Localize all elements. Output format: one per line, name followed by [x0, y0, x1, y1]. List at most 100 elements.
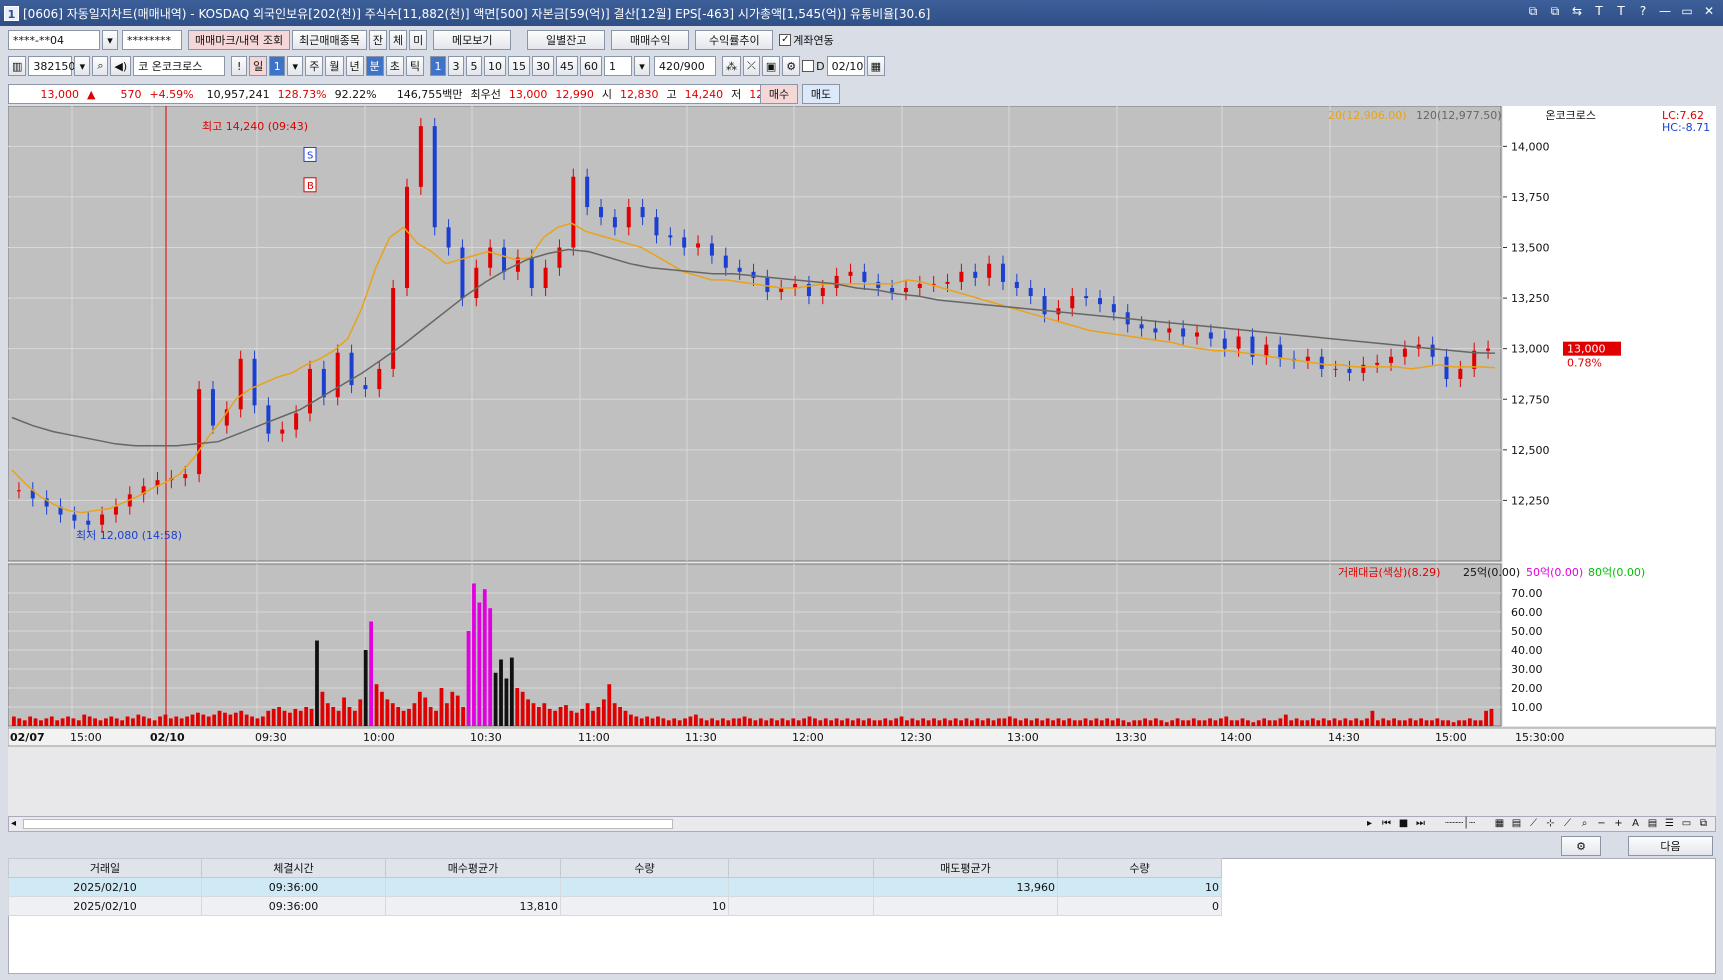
period-45-button[interactable]: 45 — [556, 56, 579, 76]
period-60-button[interactable]: 60 — [580, 56, 603, 76]
candle-body — [1319, 356, 1324, 369]
year-button[interactable]: 년 — [345, 56, 364, 76]
last-icon[interactable]: ⏭ — [1413, 817, 1428, 831]
diag-tool-icon[interactable]: ⟋ — [1560, 817, 1575, 831]
gear-icon[interactable]: ⚙ — [1561, 836, 1601, 856]
restore-icon[interactable]: ⧉ — [1696, 817, 1711, 831]
period-3-button[interactable]: 3 — [448, 56, 465, 76]
volume-bar — [266, 710, 271, 726]
stock-code-input[interactable]: 382150 — [28, 56, 75, 76]
period-1-button[interactable]: 1 — [430, 56, 447, 76]
period-30-button[interactable]: 30 — [532, 56, 555, 76]
alert-button[interactable]: ! — [231, 56, 248, 76]
password-field[interactable]: ******** — [122, 30, 182, 50]
scroll-thumb[interactable] — [23, 819, 673, 829]
zoom-out-icon[interactable]: − — [1594, 817, 1609, 831]
window-icon-small[interactable]: ▭ — [1679, 817, 1694, 831]
maximize-icon[interactable]: ▭ — [1679, 4, 1695, 19]
calendar-icon[interactable]: ▦ — [866, 56, 886, 76]
swap-icon[interactable]: ⇆ — [1569, 4, 1585, 19]
scroll-left-icon[interactable]: ◂ — [11, 818, 16, 829]
text-tool-icon[interactable]: A — [1628, 817, 1643, 831]
account-link-checkbox[interactable]: ✓ — [779, 34, 792, 46]
balance-button[interactable]: 잔 — [368, 30, 388, 50]
cross-tool-icon[interactable]: ⊹ — [1543, 817, 1558, 831]
stop-icon[interactable]: ■ — [1396, 817, 1411, 831]
period-10-button[interactable]: 10 — [484, 56, 507, 76]
stock-name-field[interactable]: 코 온코크로스 — [133, 56, 226, 76]
buy-button[interactable]: 매수 — [760, 84, 798, 104]
volume-bar — [282, 710, 287, 726]
day-dropdown-icon[interactable]: ▾ — [287, 56, 304, 76]
search-icon[interactable]: ⌕ — [92, 56, 109, 76]
period-select[interactable]: 1 — [604, 56, 633, 76]
unexecuted-button[interactable]: 미 — [409, 30, 428, 50]
font-icon[interactable]: T — [1591, 4, 1607, 19]
code-dropdown-icon[interactable]: ▾ — [74, 56, 91, 76]
table-row[interactable]: 2025/02/10 09:36:00 13,810 10 0 — [8, 896, 1222, 916]
tick-button[interactable]: 틱 — [405, 56, 425, 76]
list-icon[interactable]: ☰ — [1662, 817, 1677, 831]
day-button[interactable]: 일 — [249, 56, 268, 76]
save-icon[interactable]: ▣ — [761, 56, 781, 76]
text-icon[interactable]: T — [1613, 4, 1629, 19]
tile-icon[interactable]: ⧉ — [1525, 4, 1541, 19]
volume-bar — [921, 718, 926, 726]
x-tick-label: 13:00 — [1007, 731, 1039, 744]
volume-bar — [726, 720, 731, 726]
magnify-icon[interactable]: ⌕ — [1577, 817, 1592, 831]
account-dropdown-icon[interactable]: ▾ — [102, 30, 118, 50]
memo-button[interactable]: 메모보기 — [433, 30, 512, 50]
help-icon[interactable]: ? — [1635, 4, 1651, 19]
volume-bar — [699, 718, 704, 726]
period-15-button[interactable]: 15 — [508, 56, 531, 76]
crosshair-icon[interactable]: ⤫ — [743, 56, 760, 76]
volume-bar — [82, 714, 87, 726]
grid2-icon[interactable]: ▤ — [1509, 817, 1524, 831]
executed-button[interactable]: 체 — [389, 30, 408, 50]
sell-button[interactable]: 매도 — [802, 84, 840, 104]
period-5-button[interactable]: 5 — [466, 56, 483, 76]
window-icon[interactable]: 1 — [4, 5, 19, 21]
month-button[interactable]: 월 — [325, 56, 344, 76]
grid-icon[interactable]: ▦ — [1492, 817, 1507, 831]
minute-button[interactable]: 분 — [365, 56, 384, 76]
profit-rate-button[interactable]: 수익률추이 — [695, 30, 774, 50]
date-field[interactable]: 02/10 — [826, 56, 865, 76]
volume-bar — [28, 716, 33, 726]
week-button[interactable]: 주 — [305, 56, 324, 76]
candle-body — [363, 385, 368, 390]
volume-bar — [672, 718, 677, 726]
minimize-icon[interactable]: — — [1657, 4, 1673, 19]
volume-bar — [1029, 720, 1034, 726]
second-button[interactable]: 초 — [385, 56, 404, 76]
query-button[interactable]: 매매마크/내역 조회 — [188, 30, 291, 50]
cell-sell-avg — [873, 896, 1058, 916]
close-icon[interactable]: ✕ — [1701, 4, 1717, 19]
period-dropdown-icon[interactable]: ▾ — [634, 56, 651, 76]
candle-body — [709, 243, 714, 256]
next-button[interactable]: 다음 — [1628, 836, 1713, 856]
chart-scrollbar[interactable]: ◂ ▸ ⏮ ■ ⏭ ┈┈┈│┈ ▦ ▤ ⟋ ⊹ ⟋ ⌕ − + A ▤ ☰ ▭ … — [8, 816, 1716, 832]
account-select[interactable]: ****-**04 — [8, 30, 100, 50]
count-field[interactable]: 420/900 — [654, 56, 717, 76]
scroll-right-icon[interactable]: ▸ — [1362, 817, 1377, 831]
table-icon[interactable]: ▤ — [1645, 817, 1660, 831]
settings-icon[interactable]: ⚙ — [782, 56, 801, 76]
line-tool-icon[interactable]: ⟋ — [1526, 817, 1541, 831]
speaker-icon[interactable]: ◀) — [110, 56, 132, 76]
zoom-in-icon[interactable]: + — [1611, 817, 1626, 831]
cascade-icon[interactable]: ⧉ — [1547, 4, 1563, 19]
zoom-slider[interactable]: ┈┈┈│┈ — [1430, 817, 1490, 831]
table-row[interactable]: 2025/02/10 09:36:00 13,960 10 — [8, 877, 1222, 897]
price-chart[interactable]: 14,000 13,750 13,500 13,250 13,000 12,750 12,5… — [8, 106, 1716, 816]
daily-balance-button[interactable]: 일별잔고 — [527, 30, 606, 50]
first-icon[interactable]: ⏮ — [1379, 817, 1394, 831]
chart-type-icon[interactable]: ⁂ — [722, 56, 742, 76]
volume-bar — [450, 691, 455, 726]
recent-trades-button[interactable]: 최근매매종목 — [292, 30, 367, 50]
trade-profit-button[interactable]: 매매수익 — [611, 30, 690, 50]
date-checkbox[interactable] — [802, 60, 815, 72]
day-count-button[interactable]: 1 — [269, 56, 286, 76]
layout-icon[interactable]: ▥ — [8, 56, 27, 76]
